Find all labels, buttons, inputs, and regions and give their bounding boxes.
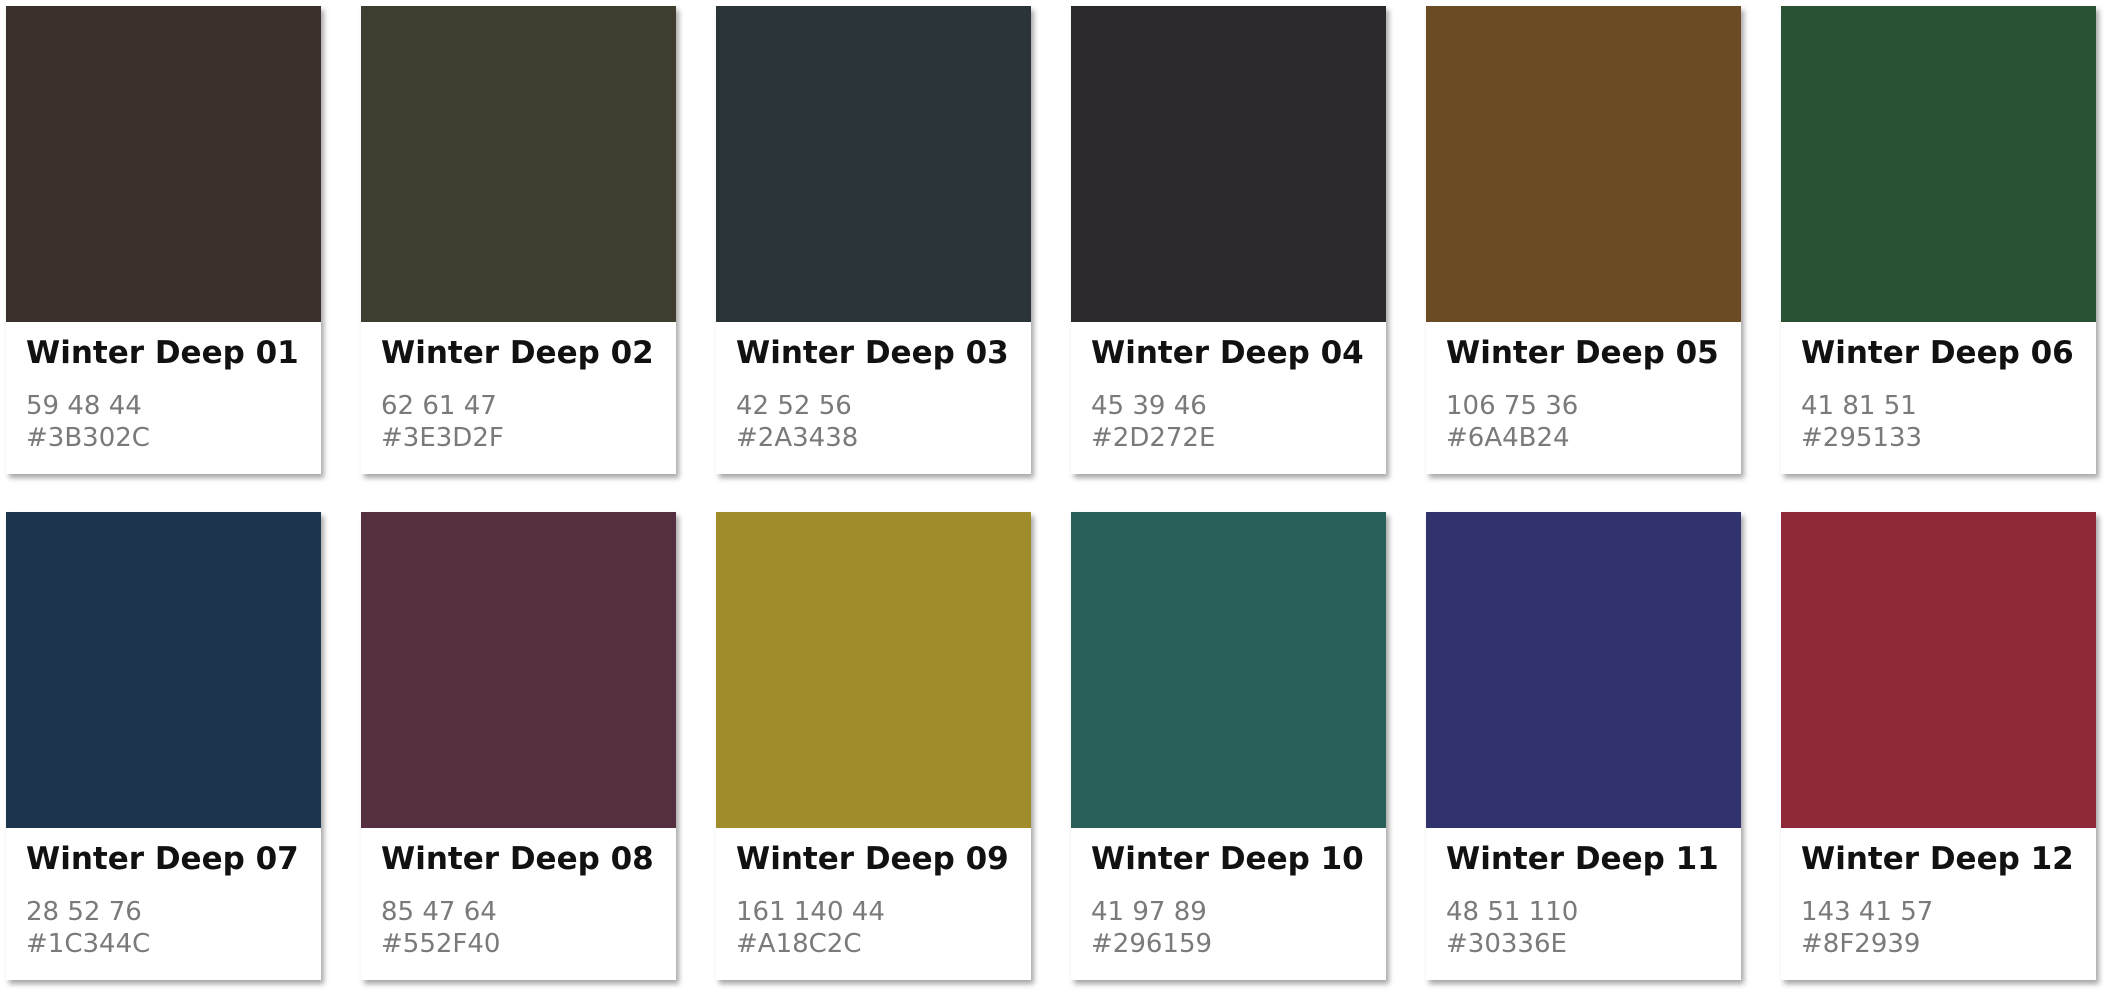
swatch-rgb: 28 52 76 — [26, 897, 142, 927]
color-swatch — [1426, 512, 1741, 828]
swatch-hex: #A18C2C — [736, 929, 862, 959]
swatch-rgb: 41 97 89 — [1091, 897, 1207, 927]
color-swatch — [716, 512, 1031, 828]
swatch-card[interactable]: Winter Deep 01 59 48 44 #3B302C — [6, 6, 321, 474]
color-swatch — [1071, 6, 1386, 322]
swatch-rgb: 106 75 36 — [1446, 391, 1579, 421]
swatch-info: Winter Deep 09 161 140 44 #A18C2C — [716, 828, 1031, 960]
swatch-hex: #30336E — [1446, 929, 1567, 959]
swatch-rgb: 42 52 56 — [736, 391, 852, 421]
color-swatch — [716, 6, 1031, 322]
swatch-name: Winter Deep 04 — [1091, 335, 1364, 371]
swatch-name: Winter Deep 07 — [26, 841, 299, 877]
swatch-card[interactable]: Winter Deep 10 41 97 89 #296159 — [1071, 512, 1386, 980]
swatch-name: Winter Deep 02 — [381, 335, 654, 371]
swatch-rgb: 85 47 64 — [381, 897, 497, 927]
swatch-info: Winter Deep 04 45 39 46 #2D272E — [1071, 322, 1386, 454]
swatch-hex: #1C344C — [26, 929, 151, 959]
swatch-info: Winter Deep 11 48 51 110 #30336E — [1426, 828, 1741, 960]
swatch-hex: #8F2939 — [1801, 929, 1921, 959]
swatch-grid: Winter Deep 01 59 48 44 #3B302C Winter D… — [6, 6, 2096, 980]
swatch-info: Winter Deep 01 59 48 44 #3B302C — [6, 322, 321, 454]
swatch-name: Winter Deep 03 — [736, 335, 1009, 371]
swatch-info: Winter Deep 10 41 97 89 #296159 — [1071, 828, 1386, 960]
swatch-hex: #2A3438 — [736, 423, 859, 453]
swatch-name: Winter Deep 05 — [1446, 335, 1719, 371]
swatch-hex: #6A4B24 — [1446, 423, 1570, 453]
swatch-info: Winter Deep 02 62 61 47 #3E3D2F — [361, 322, 676, 454]
swatch-rgb: 59 48 44 — [26, 391, 142, 421]
swatch-name: Winter Deep 01 — [26, 335, 299, 371]
color-swatch — [1071, 512, 1386, 828]
swatch-card[interactable]: Winter Deep 03 42 52 56 #2A3438 — [716, 6, 1031, 474]
swatch-rgb: 62 61 47 — [381, 391, 497, 421]
swatch-name: Winter Deep 08 — [381, 841, 654, 877]
color-swatch — [6, 6, 321, 322]
color-swatch — [1781, 512, 2096, 828]
swatch-rgb: 48 51 110 — [1446, 897, 1579, 927]
swatch-rgb: 45 39 46 — [1091, 391, 1207, 421]
swatch-name: Winter Deep 11 — [1446, 841, 1719, 877]
swatch-info: Winter Deep 08 85 47 64 #552F40 — [361, 828, 676, 960]
swatch-info: Winter Deep 07 28 52 76 #1C344C — [6, 828, 321, 960]
color-swatch — [1781, 6, 2096, 322]
swatch-hex: #296159 — [1091, 929, 1213, 959]
swatch-info: Winter Deep 03 42 52 56 #2A3438 — [716, 322, 1031, 454]
color-swatch — [361, 6, 676, 322]
color-swatch — [1426, 6, 1741, 322]
swatch-card[interactable]: Winter Deep 07 28 52 76 #1C344C — [6, 512, 321, 980]
swatch-card[interactable]: Winter Deep 08 85 47 64 #552F40 — [361, 512, 676, 980]
swatch-info: Winter Deep 05 106 75 36 #6A4B24 — [1426, 322, 1741, 454]
swatch-rgb: 143 41 57 — [1801, 897, 1934, 927]
color-swatch — [6, 512, 321, 828]
swatch-card[interactable]: Winter Deep 02 62 61 47 #3E3D2F — [361, 6, 676, 474]
swatch-name: Winter Deep 10 — [1091, 841, 1364, 877]
swatch-name: Winter Deep 12 — [1801, 841, 2074, 877]
swatch-card[interactable]: Winter Deep 06 41 81 51 #295133 — [1781, 6, 2096, 474]
swatch-card[interactable]: Winter Deep 05 106 75 36 #6A4B24 — [1426, 6, 1741, 474]
swatch-card[interactable]: Winter Deep 09 161 140 44 #A18C2C — [716, 512, 1031, 980]
swatch-card[interactable]: Winter Deep 12 143 41 57 #8F2939 — [1781, 512, 2096, 980]
color-swatch — [361, 512, 676, 828]
swatch-name: Winter Deep 06 — [1801, 335, 2074, 371]
swatch-hex: #295133 — [1801, 423, 1923, 453]
swatch-rgb: 161 140 44 — [736, 897, 885, 927]
swatch-hex: #2D272E — [1091, 423, 1216, 453]
swatch-hex: #3B302C — [26, 423, 150, 453]
swatch-card[interactable]: Winter Deep 04 45 39 46 #2D272E — [1071, 6, 1386, 474]
swatch-info: Winter Deep 12 143 41 57 #8F2939 — [1781, 828, 2096, 960]
swatch-rgb: 41 81 51 — [1801, 391, 1917, 421]
swatch-info: Winter Deep 06 41 81 51 #295133 — [1781, 322, 2096, 454]
swatch-card[interactable]: Winter Deep 11 48 51 110 #30336E — [1426, 512, 1741, 980]
swatch-name: Winter Deep 09 — [736, 841, 1009, 877]
swatch-hex: #552F40 — [381, 929, 501, 959]
swatch-hex: #3E3D2F — [381, 423, 504, 453]
